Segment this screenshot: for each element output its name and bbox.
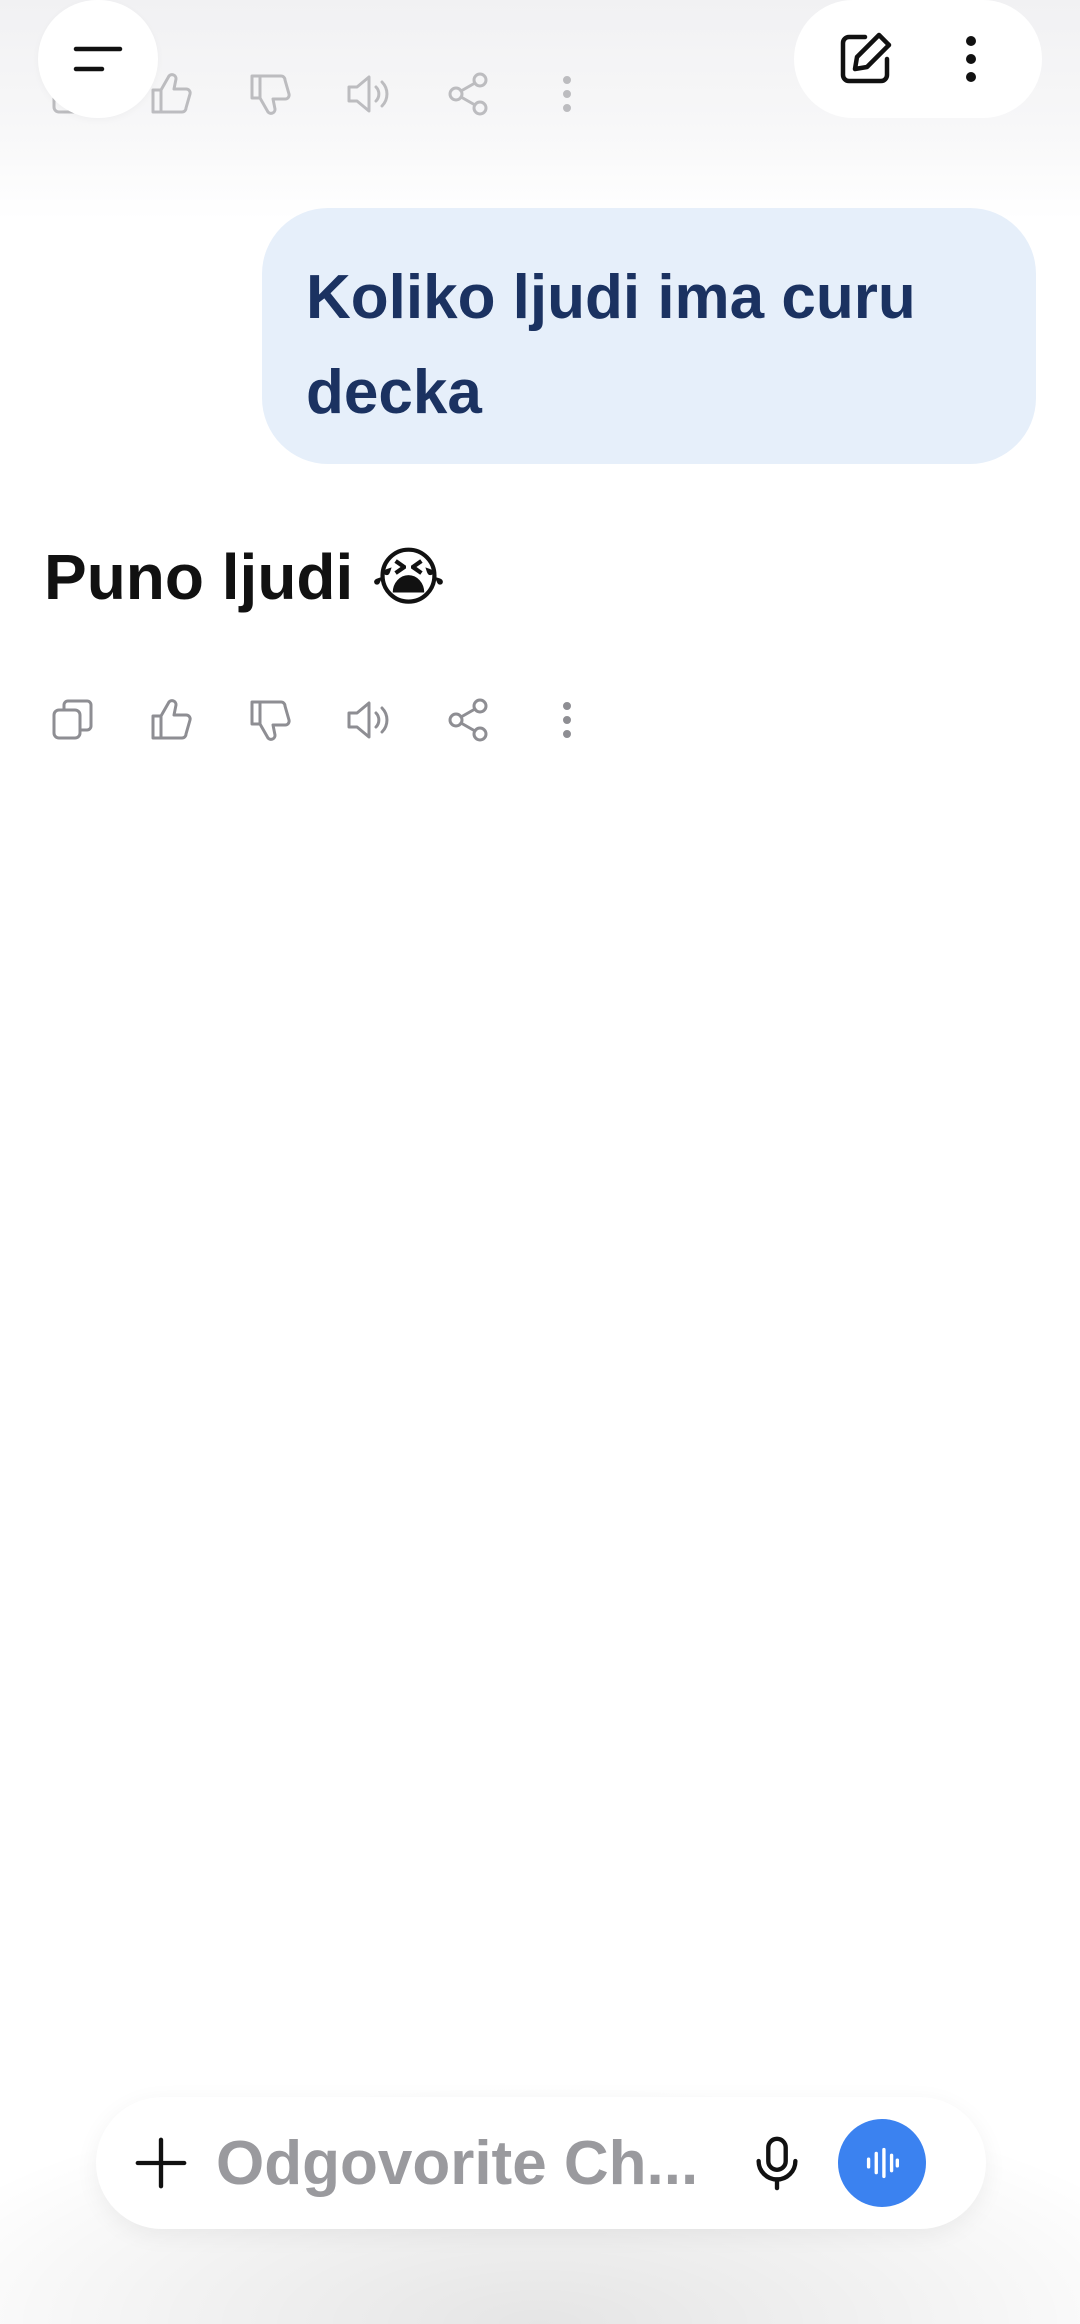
dislike-button[interactable] [240,64,300,124]
menu-button[interactable] [38,0,158,118]
more-actions-button[interactable] [537,690,597,750]
mic-icon [756,2136,798,2191]
add-attachment-button[interactable] [126,2128,196,2198]
composer-bar [96,2097,986,2229]
more-vertical-icon [966,36,976,82]
thumbs-down-icon [250,700,291,741]
dislike-button[interactable] [240,690,300,750]
voice-mode-button[interactable] [838,2119,926,2207]
like-button[interactable] [141,690,201,750]
menu-icon [73,46,123,72]
copy-button[interactable] [42,690,102,750]
message-input[interactable] [216,2127,726,2199]
copy-icon [52,699,93,740]
thumbs-up-icon [151,699,192,740]
new-chat-button[interactable] [830,24,900,94]
read-aloud-button[interactable] [339,690,399,750]
user-message-bubble: Koliko ljudi ima curu decka [262,208,1036,464]
thumbs-down-icon [250,74,291,115]
share-button[interactable] [438,64,498,124]
speaker-icon [347,75,389,113]
more-vertical-icon [563,702,571,738]
dictation-button[interactable] [742,2128,812,2198]
more-actions-button[interactable] [537,64,597,124]
share-icon [448,698,488,742]
voice-mode-icon [866,2147,900,2179]
header-actions [794,0,1042,118]
bottom-fade [0,1760,1080,2324]
assistant-message-actions [42,690,636,750]
speaker-icon [347,701,389,739]
share-icon [448,72,488,116]
edit-icon [840,32,892,84]
more-vertical-icon [563,76,571,112]
more-options-button[interactable] [936,24,1006,94]
assistant-message: Puno ljudi 😭 [44,541,446,613]
plus-icon [135,2137,187,2189]
share-button[interactable] [438,690,498,750]
read-aloud-button[interactable] [339,64,399,124]
